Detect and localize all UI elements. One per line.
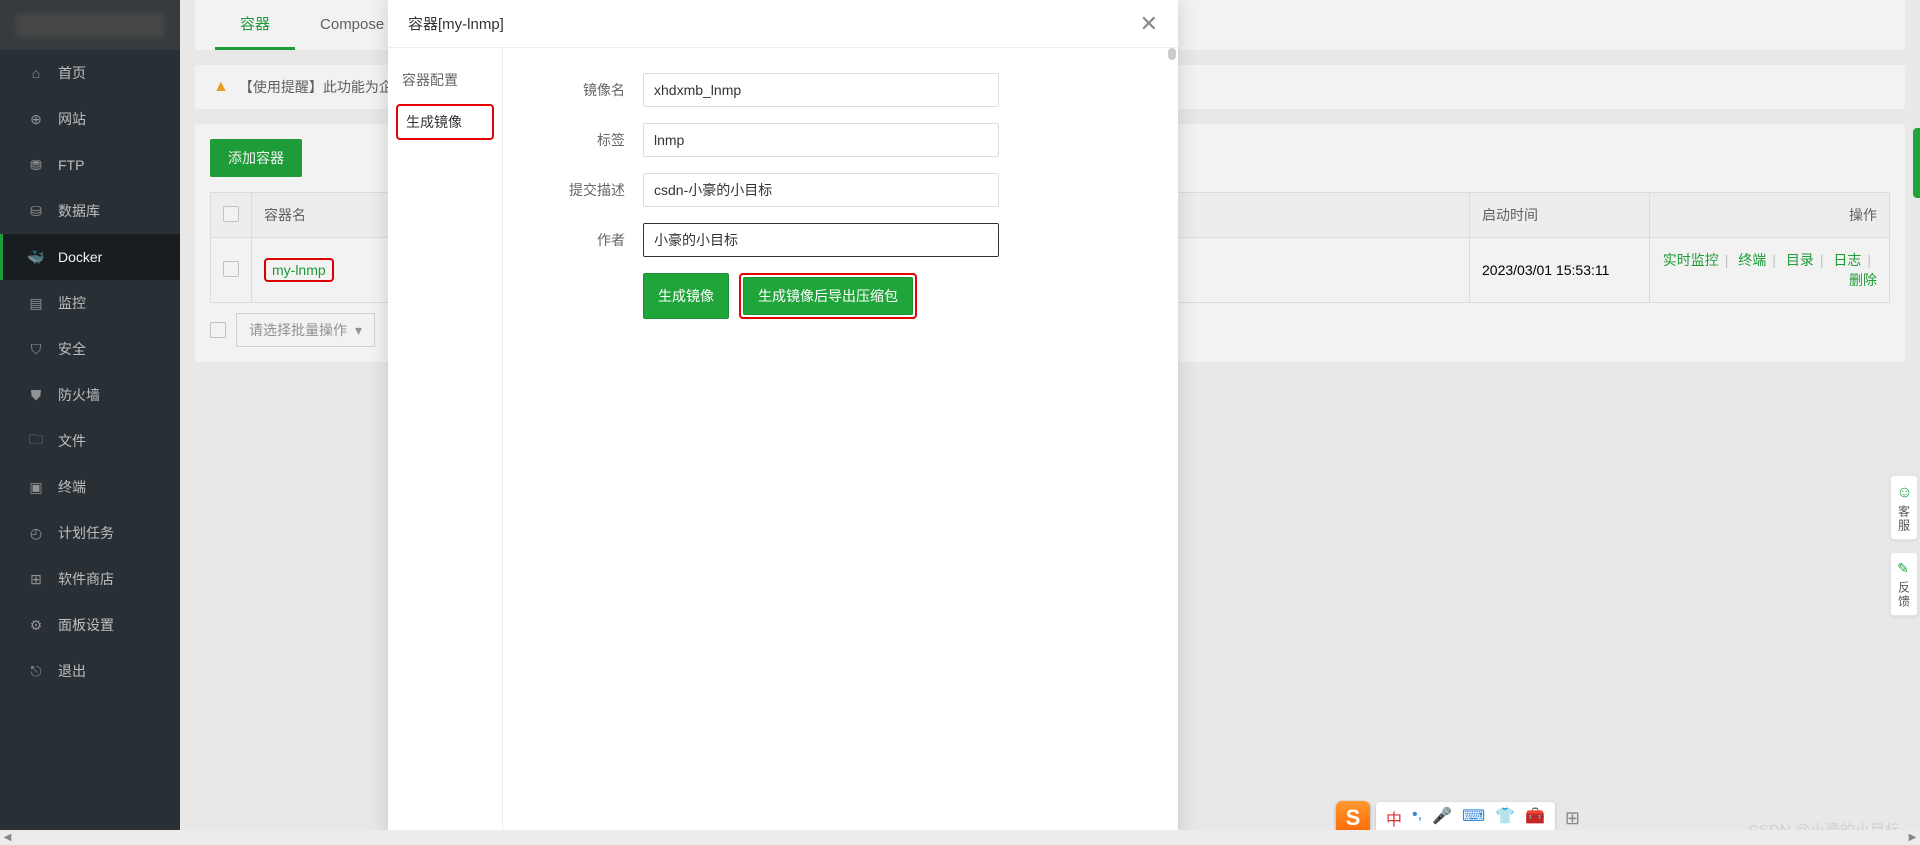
desc-input[interactable] xyxy=(643,173,999,207)
ime-dot-icon[interactable]: •, xyxy=(1412,806,1422,830)
ime-grid-icon[interactable]: ⊞ xyxy=(1565,808,1580,829)
modal-tab-config[interactable]: 容器配置 xyxy=(388,60,502,100)
modal-tab-image-highlight: 生成镜像 xyxy=(396,104,494,140)
image-name-input[interactable] xyxy=(643,73,999,107)
ime-zhong-icon[interactable]: 中 xyxy=(1386,806,1402,830)
ime-keyboard-icon[interactable]: ⌨ xyxy=(1462,806,1485,830)
scroll-left-arrow[interactable]: ◀ xyxy=(0,830,15,845)
horizontal-scrollbar[interactable]: ◀ ▶ xyxy=(0,830,1920,845)
author-input[interactable] xyxy=(643,223,999,257)
tag-input[interactable] xyxy=(643,123,999,157)
float-feedback-label: 反馈 xyxy=(1896,581,1913,609)
scroll-right-arrow[interactable]: ▶ xyxy=(1905,830,1920,845)
generate-image-button[interactable]: 生成镜像 xyxy=(643,273,729,319)
modal-body: 容器配置 生成镜像 镜像名 标签 提交描述 作者 生成镜像 xyxy=(388,48,1178,845)
float-right: ☺ 客服 ✎ 反馈 xyxy=(1890,475,1918,616)
float-service-label: 客服 xyxy=(1896,505,1913,533)
float-feedback[interactable]: ✎ 反馈 xyxy=(1890,552,1918,616)
green-edge-indicator xyxy=(1913,128,1920,198)
modal-header: 容器[my-lnmp] ✕ xyxy=(388,0,1178,48)
generate-export-button[interactable]: 生成镜像后导出压缩包 xyxy=(743,277,913,315)
author-label: 作者 xyxy=(533,230,643,250)
float-service[interactable]: ☺ 客服 xyxy=(1890,475,1918,540)
modal-title: 容器[my-lnmp] xyxy=(408,13,504,34)
modal-form: 镜像名 标签 提交描述 作者 生成镜像 生成镜像后导出压缩包 xyxy=(503,48,1178,845)
modal-scrollbar-top[interactable] xyxy=(1168,48,1176,60)
image-name-label: 镜像名 xyxy=(533,80,643,100)
modal-sidebar: 容器配置 生成镜像 xyxy=(388,48,503,845)
container-modal: 容器[my-lnmp] ✕ 容器配置 生成镜像 镜像名 标签 提交描述 作者 xyxy=(388,0,1178,845)
desc-label: 提交描述 xyxy=(533,180,643,200)
ime-toolbox-icon[interactable]: 🧰 xyxy=(1525,806,1545,830)
modal-close-button[interactable]: ✕ xyxy=(1140,11,1158,37)
tag-label: 标签 xyxy=(533,130,643,150)
export-button-highlight: 生成镜像后导出压缩包 xyxy=(739,273,917,319)
edit-icon: ✎ xyxy=(1896,561,1912,579)
scroll-track[interactable] xyxy=(15,830,1905,845)
modal-tab-generate-image[interactable]: 生成镜像 xyxy=(406,112,484,132)
ime-mic-icon[interactable]: 🎤 xyxy=(1432,806,1452,830)
ime-shirt-icon[interactable]: 👕 xyxy=(1495,806,1515,830)
smiley-icon: ☺ xyxy=(1895,484,1913,503)
